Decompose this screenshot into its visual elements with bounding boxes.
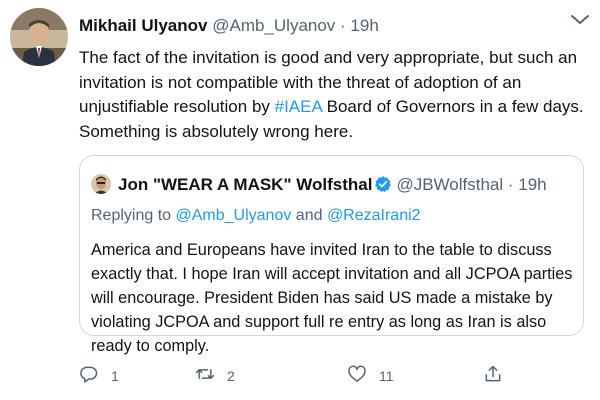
share-icon: [483, 364, 503, 387]
quoted-header: Jon "WEAR A MASK" Wolfsthal @JBWolfsthal …: [118, 175, 547, 195]
verified-badge-icon: [374, 175, 392, 193]
retweet-icon: [195, 364, 215, 387]
tweet-text: The fact of the invitation is good and v…: [79, 46, 584, 144]
replying-to: Replying to @Amb_Ulyanov and @RezaIrani2: [91, 207, 421, 225]
mention-link[interactable]: @Amb_Ulyanov: [176, 207, 292, 224]
like-button[interactable]: 11: [347, 364, 394, 387]
quoted-separator: ·: [503, 175, 519, 194]
quoted-tweet-text: America and Europeans have invited Iran …: [91, 241, 573, 355]
tweet-header: Mikhail Ulyanov @Amb_Ulyanov · 19h: [79, 16, 379, 36]
mention-link[interactable]: @RezaIrani2: [327, 207, 421, 224]
retweet-button[interactable]: 2: [195, 364, 235, 387]
retweet-count: 2: [227, 367, 235, 384]
reply-count: 1: [111, 367, 119, 384]
share-button[interactable]: [483, 364, 503, 387]
tweet-timestamp[interactable]: 19h: [350, 16, 378, 35]
reply-button[interactable]: 1: [79, 364, 119, 387]
replying-prefix: Replying to: [91, 207, 176, 224]
reply-icon: [79, 364, 99, 387]
quoted-author-name[interactable]: Jon "WEAR A MASK" Wolfsthal: [118, 175, 372, 194]
like-count: 11: [379, 367, 394, 384]
like-icon: [347, 364, 367, 387]
author-name[interactable]: Mikhail Ulyanov: [79, 16, 207, 35]
author-handle[interactable]: @Amb_Ulyanov: [212, 16, 335, 35]
quoted-handle[interactable]: @JBWolfsthal: [396, 175, 503, 194]
quoted-tweet[interactable]: Jon "WEAR A MASK" Wolfsthal @JBWolfsthal …: [79, 155, 584, 355]
quoted-timestamp[interactable]: 19h: [518, 175, 546, 194]
hashtag-link[interactable]: #IAEA: [275, 97, 322, 116]
action-bar: 1 2 11: [79, 364, 599, 390]
header-separator: ·: [335, 16, 351, 35]
quoted-avatar[interactable]: [91, 174, 111, 194]
avatar[interactable]: [10, 8, 68, 66]
more-options-icon[interactable]: [566, 10, 594, 30]
replying-conjunction: and: [291, 207, 327, 224]
